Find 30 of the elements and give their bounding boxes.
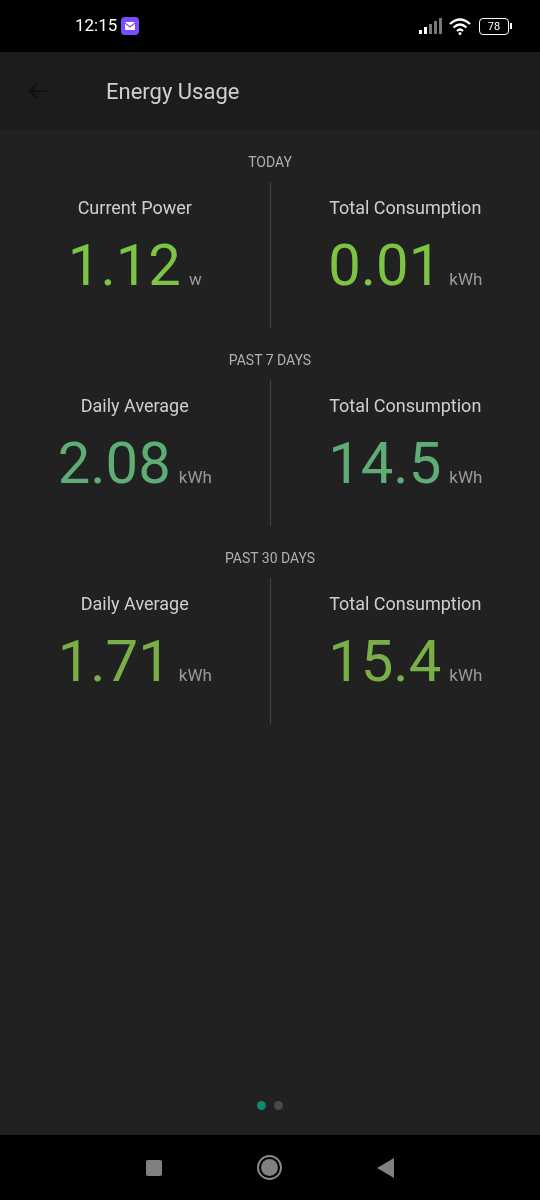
metric-value: 2.08 [57, 428, 171, 499]
metric-unit: w [188, 268, 202, 291]
metric-label: Current Power [77, 196, 192, 220]
back-button[interactable] [377, 1157, 394, 1178]
status-time: 12:15 [75, 14, 118, 38]
metric-value: 14.5 [328, 428, 442, 499]
metric-unit: kWh [449, 466, 483, 489]
mail-icon [121, 17, 140, 35]
wifi-icon [449, 17, 471, 35]
signal-icon [419, 18, 443, 34]
metric-value: 15.4 [328, 626, 442, 697]
metric-value: 1.12 [67, 230, 181, 301]
metric-value: 1.71 [57, 626, 171, 697]
section-title: TODAY [248, 153, 292, 172]
metric-unit: kWh [178, 664, 212, 687]
page-title: Energy Usage [106, 77, 240, 106]
metric-label: Daily Average [80, 394, 189, 418]
metric-value: 0.01 [328, 230, 442, 301]
section-title: PAST 7 DAYS [228, 351, 312, 370]
metric-unit: kWh [449, 268, 483, 291]
metric-unit: kWh [178, 466, 212, 489]
recents-button[interactable] [146, 1159, 162, 1176]
section-title: PAST 30 DAYS [224, 549, 316, 568]
battery-indicator: 78 [479, 17, 509, 35]
metric-label: Total Consumption [329, 592, 482, 616]
home-button[interactable] [257, 1155, 282, 1180]
metric-unit: kWh [449, 664, 483, 687]
metric-label: Total Consumption [329, 394, 482, 418]
metric-label: Daily Average [80, 592, 189, 616]
metric-label: Total Consumption [329, 196, 482, 220]
